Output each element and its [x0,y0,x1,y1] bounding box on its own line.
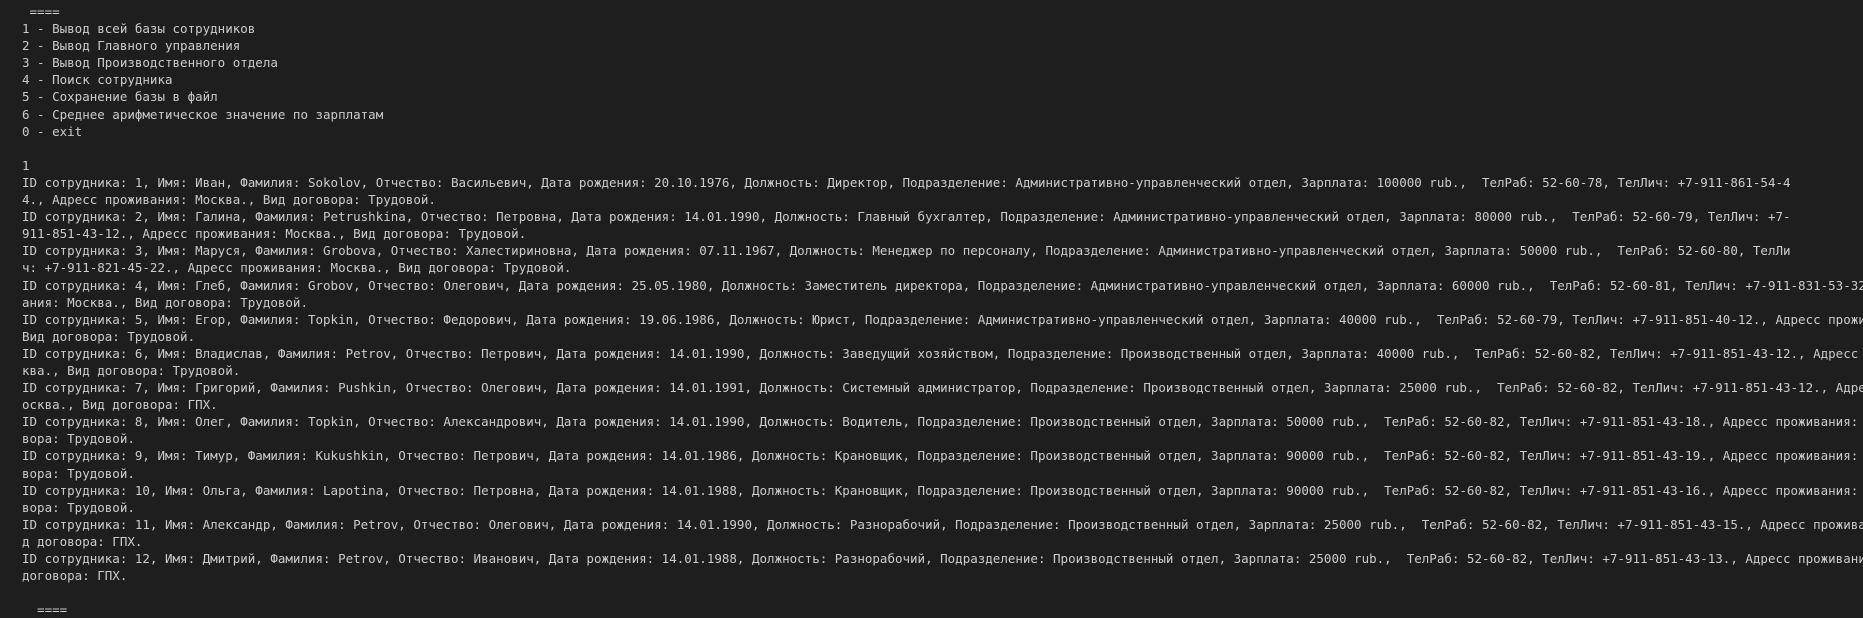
output-line: 911-851-43-12., Адресс проживания: Москв… [22,226,527,242]
menu-item: 3 - Вывод Производственного отдела [22,55,278,71]
menu-item: 6 - Среднее арифметическое значение по з… [22,106,384,122]
output-line: ания: Москва., Вид договора: Трудовой. [22,294,308,310]
output-line: ID сотрудника: 7, Имя: Григорий, Фамилия… [22,380,1863,396]
output-line: вора: Трудовой. [22,465,135,481]
output-line: ID сотрудника: 9, Имя: Тимур, Фамилия: K… [22,448,1863,464]
output-line: ID сотрудника: 1, Имя: Иван, Фамилия: So… [22,174,1791,190]
header-separator: ==== [22,4,60,19]
output-line: ID сотрудника: 10, Имя: Ольга, Фамилия: … [22,482,1863,498]
menu-item: 1 - Вывод всей базы сотрудников [22,21,256,37]
menu-item: 5 - Сохранение базы в файл [22,89,218,105]
output-line: ID сотрудника: 4, Имя: Глеб, Фамилия: Gr… [22,277,1863,293]
footer-separator: ==== [22,602,68,618]
output-line: д договора: ГПХ. [22,533,143,549]
output-line: ID сотрудника: 5, Имя: Егор, Фамилия: To… [22,311,1863,327]
output-line: Вид договора: Трудовой. [22,328,196,344]
output-line: ч: +7-911-821-45-22., Адресс проживания:… [22,260,572,276]
output-line: ква., Вид договора: Трудовой. [22,362,241,378]
menu-item: 2 - Вывод Главного управления [22,38,241,54]
output-line: вора: Трудовой. [22,499,135,515]
output-line: 4., Адресс проживания: Москва., Вид дого… [22,192,436,208]
output-line: ID сотрудника: 8, Имя: Олег, Фамилия: To… [22,414,1863,430]
output-line: осква., Вид договора: ГПХ. [22,397,218,413]
output-line: ID сотрудника: 3, Имя: Маруся, Фамилия: … [22,243,1791,259]
output-line: ID сотрудника: 12, Имя: Дмитрий, Фамилия… [22,551,1863,566]
output-line: ID сотрудника: 2, Имя: Галина, Фамилия: … [22,209,1791,225]
user-input: 1 [22,157,30,173]
output-line: ID сотрудника: 6, Имя: Владислав, Фамили… [22,345,1863,361]
terminal-output[interactable]: ==== 1 - Вывод всей базы сотрудников 2 -… [0,0,1863,617]
menu-item: 0 - exit [22,123,83,139]
output-line: вора: Трудовой. [22,431,135,447]
output-line: ID сотрудника: 11, Имя: Александр, Фамил… [22,516,1863,532]
menu-item: 4 - Поиск сотрудника [22,72,173,88]
output-line: договора: ГПХ. [22,568,128,584]
